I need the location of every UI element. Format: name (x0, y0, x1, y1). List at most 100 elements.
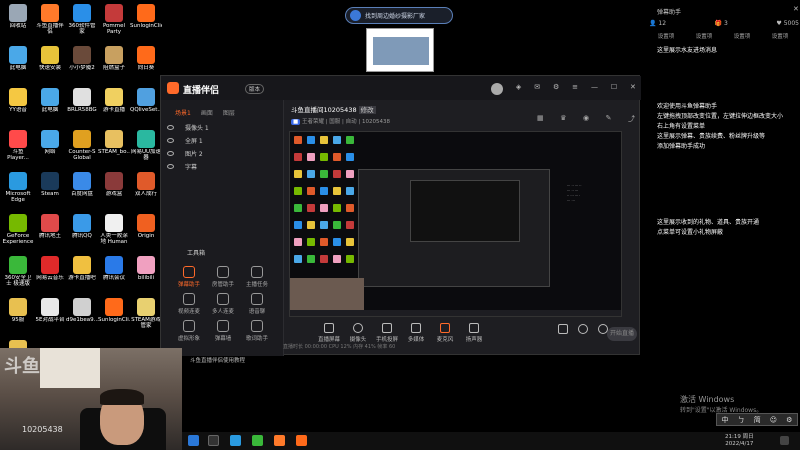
search-icon[interactable] (208, 435, 219, 446)
desktop-icon[interactable]: 游卡直播吧 (66, 256, 98, 294)
tool-button[interactable]: 歌词助手 (241, 320, 273, 342)
tool-button[interactable]: 主播任务 (241, 266, 273, 288)
close-icon[interactable]: ✕ (630, 83, 636, 95)
tool-button[interactable]: 弹幕助手 (173, 266, 205, 288)
menu-icon[interactable]: ≡ (572, 83, 578, 95)
desktop-icon[interactable]: Origin (130, 214, 162, 252)
desktop-icon[interactable]: 此电脑 (2, 46, 34, 84)
tool-button[interactable]: 房管助手 (207, 266, 239, 288)
search-pill[interactable]: 找到周边婚纱摄影厂家 (345, 7, 453, 24)
desktop-icon[interactable]: 网络 (34, 130, 66, 168)
screen-capture-button[interactable]: 直播屏幕 (315, 323, 343, 343)
maximize-icon[interactable]: ☐ (611, 83, 617, 95)
desktop-icon[interactable]: 双人成行 (130, 172, 162, 210)
desktop-icon[interactable]: 网易UU加速器 (130, 130, 162, 168)
desktop-icon[interactable]: Pommel Party (98, 4, 130, 42)
ime-item[interactable]: 中 (722, 415, 729, 425)
desktop-icon[interactable]: 95服 (2, 298, 34, 336)
source-item[interactable]: 字幕 (161, 162, 284, 173)
desktop-icon[interactable]: bilibili (130, 256, 162, 294)
douyu-icon[interactable] (296, 435, 307, 446)
rank-icon[interactable]: ♛ (560, 114, 566, 124)
microphone-button[interactable]: 麦克风 (431, 323, 459, 343)
desktop-icon[interactable]: 向日葵 (130, 46, 162, 84)
desktop-icon[interactable]: Microsoft Edge (2, 172, 34, 210)
desktop-icon[interactable]: 5E对战平台 (34, 298, 66, 336)
desktop-icon[interactable]: STEAM游戏管家 (130, 298, 162, 336)
version-badge[interactable]: 版本 (245, 84, 265, 94)
desktop-icon[interactable]: SunloginCli... (98, 298, 130, 336)
close-icon[interactable]: ✕ (793, 5, 799, 13)
clock[interactable]: 21:19 周日 2022/4/17 (725, 434, 754, 448)
desktop-icon[interactable]: Steam (34, 172, 66, 210)
desktop-icon[interactable]: 此电脑 (34, 88, 66, 126)
desktop-icon[interactable]: BRLR58BG (66, 88, 98, 126)
ime-toolbar[interactable]: 中 ㄅ 简 ☺ ⚙ (716, 413, 798, 426)
start-live-button[interactable]: 开始直播 (607, 327, 637, 341)
desktop-icon[interactable]: STEAM_bo... (98, 130, 130, 168)
desktop-icon[interactable]: 斗鱼直播伴侣 (34, 4, 66, 42)
skin-icon[interactable]: ◈ (516, 83, 521, 95)
eye-icon[interactable] (167, 138, 174, 143)
tab-layers[interactable]: 图层 (223, 108, 235, 117)
desktop-icon[interactable]: 斗鱼Player... (2, 130, 34, 168)
desktop-icon[interactable]: 游戏盒 (98, 172, 130, 210)
grid-icon[interactable]: ▦ (537, 114, 544, 124)
security-icon[interactable] (252, 435, 263, 446)
tab-picture[interactable]: 画面 (201, 108, 213, 117)
camera-button[interactable]: 摄像头 (344, 323, 372, 343)
desktop-icon[interactable]: 腾讯地王 (34, 214, 66, 252)
desktop-icon[interactable]: 360软件管家 (66, 4, 98, 42)
speaker-button[interactable]: 扬声器 (460, 323, 488, 343)
media-button[interactable]: 多媒体 (402, 323, 430, 343)
avatar[interactable] (491, 83, 503, 95)
eye-icon[interactable] (167, 164, 174, 169)
source-item[interactable]: 图片 2 (161, 149, 284, 160)
tool-button[interactable]: 弹幕墙 (207, 320, 239, 342)
brush-icon[interactable]: ✎ (606, 114, 612, 124)
tab-1[interactable]: 设置项 (658, 32, 675, 40)
desktop-icon[interactable]: 游卡直播 (98, 88, 130, 126)
window-thumbnail-popup[interactable] (366, 28, 434, 72)
desktop-icon[interactable]: 回收站 (2, 4, 34, 42)
desktop-icon[interactable]: d9e1bea9... (66, 298, 98, 336)
tab-4[interactable]: 设置项 (772, 32, 789, 40)
ime-item[interactable]: ⚙ (786, 416, 792, 424)
chat-notice[interactable]: 斗鱼直播伴侣使用教程 (190, 356, 245, 364)
share-icon[interactable]: ⤴ (628, 114, 635, 124)
desktop-icon[interactable]: 阻燃盒子 (98, 46, 130, 84)
source-item[interactable]: 全屏 1 (161, 136, 284, 147)
tab-scene[interactable]: 场景1 (175, 108, 191, 117)
tab-3[interactable]: 设置项 (734, 32, 751, 40)
desktop-icon[interactable]: 百度网盘 (66, 172, 98, 210)
tool-button[interactable]: 语音聊 (241, 293, 273, 315)
ime-item[interactable]: ☺ (770, 416, 777, 424)
source-item[interactable]: 摄像头 1 (161, 123, 284, 134)
tool-button[interactable]: 视频连麦 (173, 293, 205, 315)
desktop-icon[interactable]: GeForce Experience (2, 214, 34, 252)
desktop-icon[interactable]: Counter-S Global Off... (66, 130, 98, 168)
phone-cast-button[interactable]: 手机投屏 (373, 323, 401, 343)
eye-icon[interactable] (167, 151, 174, 156)
edge-icon[interactable] (230, 435, 241, 446)
tool-button[interactable]: 虚拟形象 (173, 320, 205, 342)
desktop-icon[interactable]: 360安全卫士 极速版 (2, 256, 34, 294)
desktop-icon[interactable]: 人类一败涂地 Human Fal... (98, 214, 130, 252)
start-icon[interactable] (188, 435, 199, 446)
minimize-icon[interactable]: — (591, 83, 598, 95)
desktop-icon[interactable]: YY语音 (2, 88, 34, 126)
ime-item[interactable]: 简 (754, 415, 761, 425)
tool-button[interactable]: 多人连麦 (207, 293, 239, 315)
edit-room-button[interactable]: 修改 (358, 106, 376, 114)
streaming-app-icon[interactable] (274, 435, 285, 446)
eye-icon[interactable] (167, 125, 174, 130)
desktop-icon[interactable]: 网易云音乐 (34, 256, 66, 294)
tab-2[interactable]: 设置项 (696, 32, 713, 40)
desktop-icon[interactable]: 快速安装 (34, 46, 66, 84)
settings-icon[interactable]: ⚙ (553, 83, 559, 95)
notification-icon[interactable] (780, 436, 789, 445)
desktop-icon[interactable]: SunloginClient (130, 4, 162, 42)
desktop-icon[interactable]: 腾讯会议 (98, 256, 130, 294)
eye-icon[interactable]: ◉ (583, 114, 589, 124)
desktop-icon[interactable]: 小小梦魇2 (66, 46, 98, 84)
